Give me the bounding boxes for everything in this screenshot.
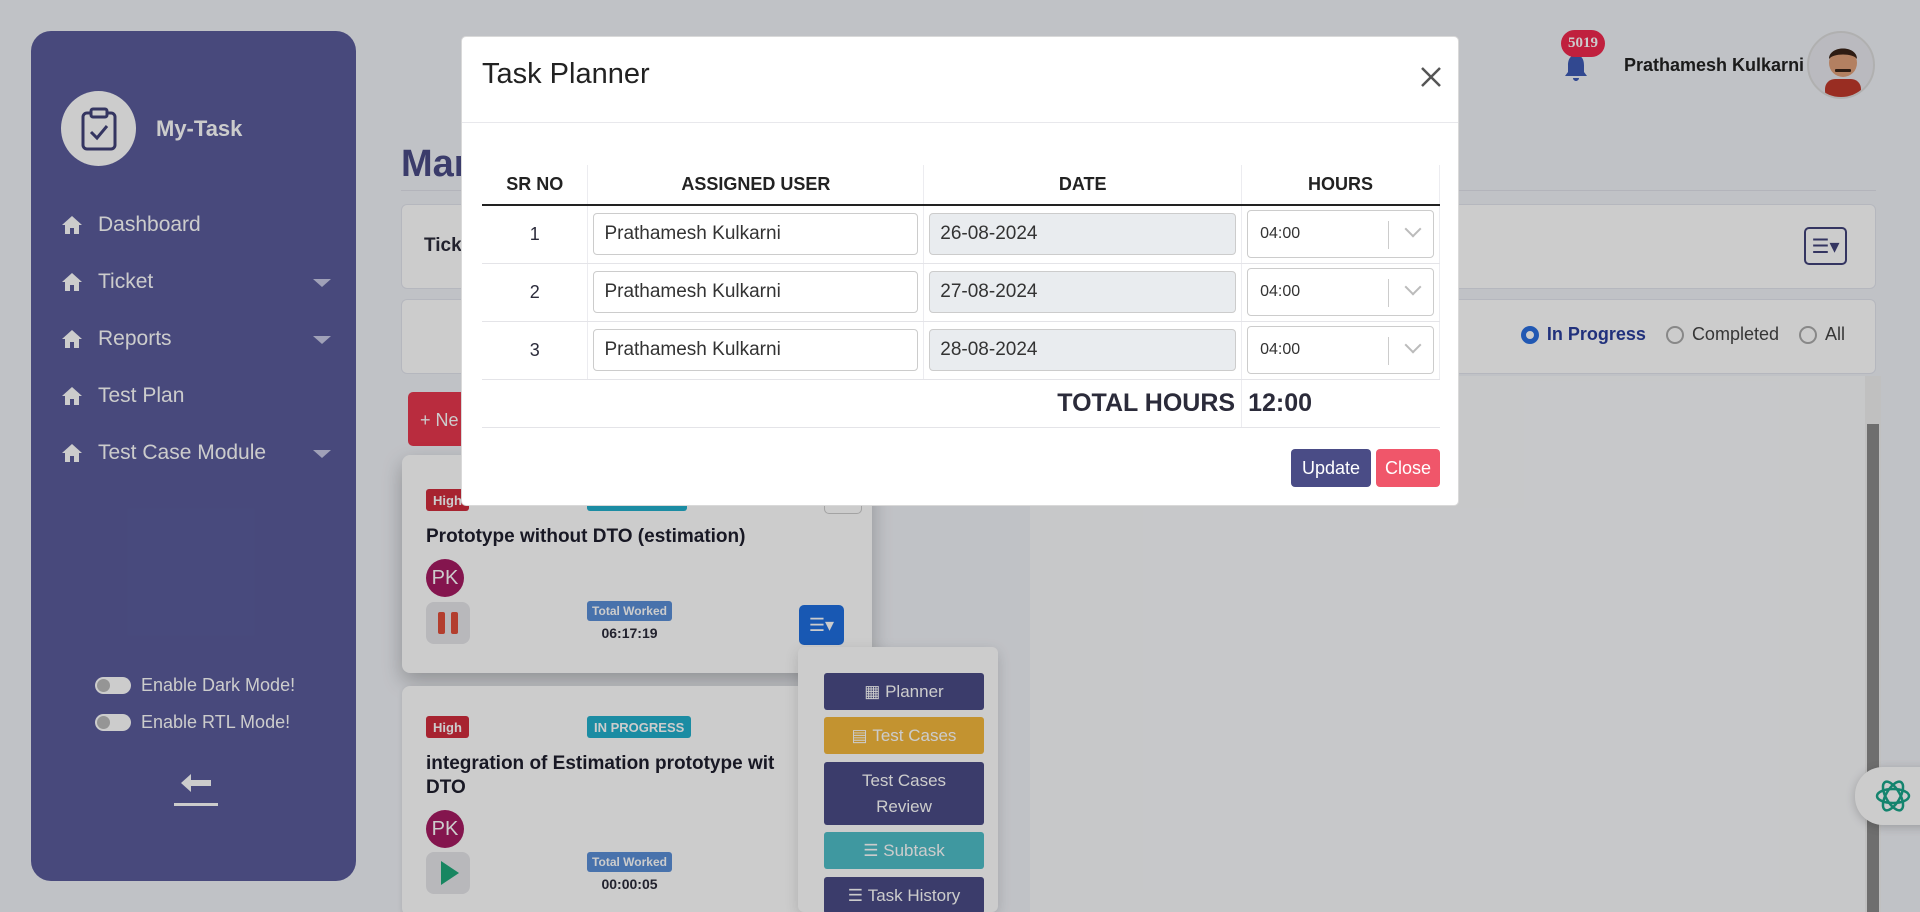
hours-value: 04:00 [1260,341,1301,358]
column-header: SR NO [482,165,589,206]
table-header-row: SR NO ASSIGNED USER DATE HOURS [482,165,1440,206]
close-icon[interactable] [1418,64,1444,90]
modal-title: Task Planner [482,58,650,90]
select-separator [1388,337,1389,365]
hours-select[interactable]: 04:00 [1247,326,1434,374]
column-header: ASSIGNED USER [587,165,925,206]
assigned-user-cell: Prathamesh Kulkarni [587,263,925,322]
select-separator [1388,221,1389,250]
sr-no-cell: 2 [482,263,589,322]
assigned-user-field[interactable]: Prathamesh Kulkarni [593,271,919,313]
close-button[interactable]: Close [1376,449,1440,487]
update-button[interactable]: Update [1291,449,1371,487]
hours-value: 04:00 [1260,225,1301,243]
modal-header: Task Planner [462,37,1458,123]
sr-no-cell: 3 [482,321,589,380]
hours-select[interactable]: 04:00 [1247,210,1434,259]
column-header: DATE [923,165,1243,206]
total-hours-label: TOTAL HOURS [482,379,1242,428]
chevron-down-icon [1404,220,1422,238]
date-cell: 26-08-2024 [923,205,1243,264]
select-separator [1388,279,1389,307]
total-row: TOTAL HOURS 12:00 [482,379,1440,428]
hours-cell: 04:00 [1241,263,1440,322]
hours-cell: 04:00 [1241,321,1440,380]
task-planner-modal: Task Planner SR NO ASSIGNED USER DATE HO… [461,36,1459,506]
sr-no-cell: 1 [482,205,589,264]
hours-cell: 04:00 [1241,205,1440,264]
assigned-user-field[interactable]: Prathamesh Kulkarni [593,213,919,256]
assigned-user-cell: Prathamesh Kulkarni [587,205,925,264]
hours-select[interactable]: 04:00 [1247,268,1434,316]
chevron-down-icon [1404,336,1422,354]
total-hours-value: 12:00 [1241,379,1440,428]
date-cell: 27-08-2024 [923,263,1243,322]
table-row: 2 Prathamesh Kulkarni 27-08-2024 04:00 [482,263,1440,322]
hours-value: 04:00 [1260,283,1301,300]
assigned-user-field[interactable]: Prathamesh Kulkarni [593,329,919,371]
date-field: 26-08-2024 [929,213,1237,256]
chevron-down-icon [1404,278,1422,296]
date-cell: 28-08-2024 [923,321,1243,380]
planner-table: SR NO ASSIGNED USER DATE HOURS 1 Pratham… [482,165,1440,428]
date-field: 28-08-2024 [929,329,1237,371]
column-header: HOURS [1241,165,1440,206]
table-row: 1 Prathamesh Kulkarni 26-08-2024 04:00 [482,205,1440,264]
table-row: 3 Prathamesh Kulkarni 28-08-2024 04:00 [482,321,1440,380]
date-field: 27-08-2024 [929,271,1237,313]
assigned-user-cell: Prathamesh Kulkarni [587,321,925,380]
